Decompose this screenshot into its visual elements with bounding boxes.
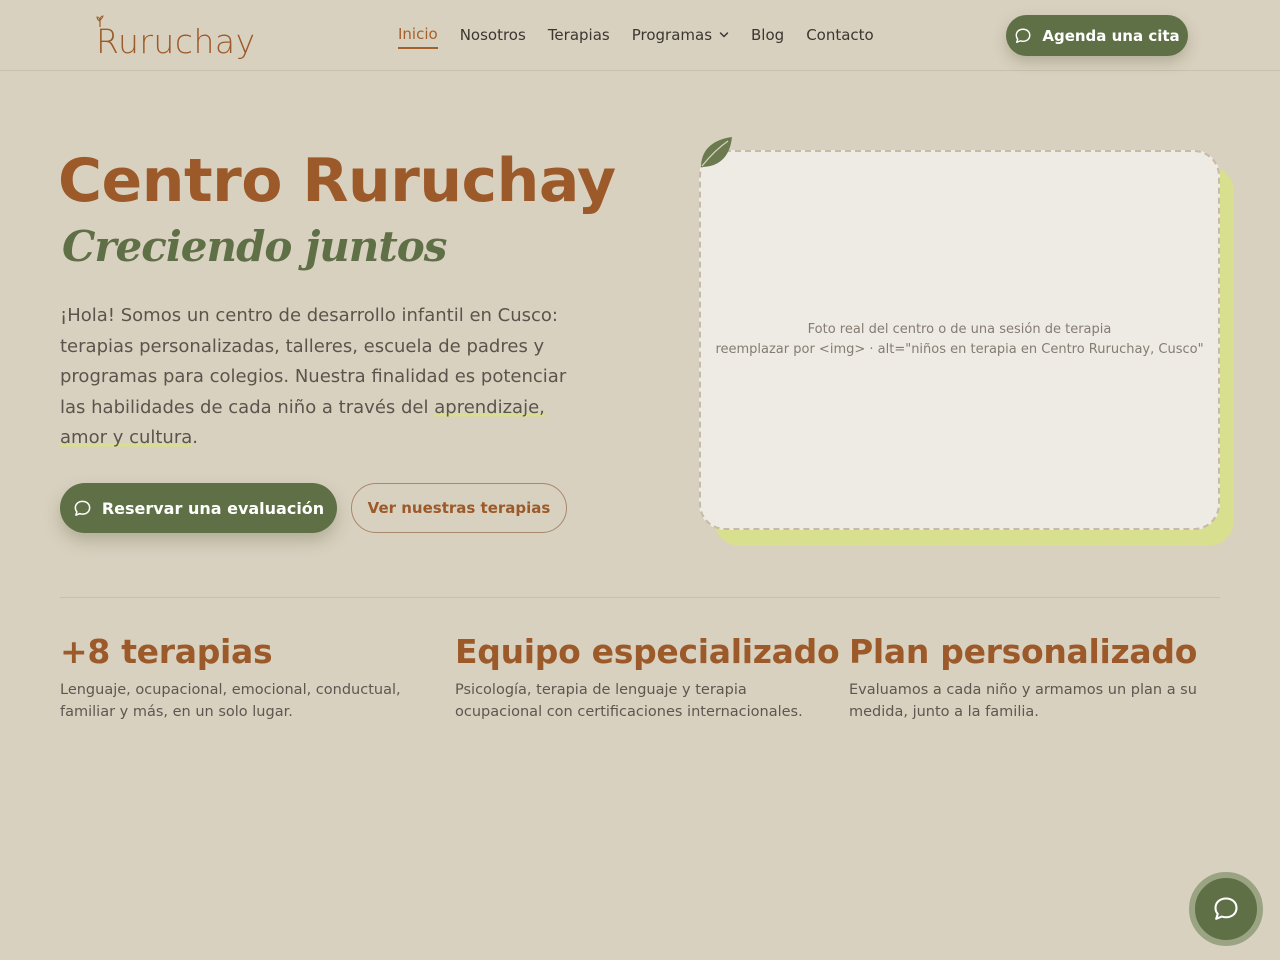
feature-text: Psicología, terapia de lenguaje y terapi…: [455, 682, 803, 720]
chat-bubble-icon: [1214, 897, 1238, 920]
book-appointment-label: Agenda una cita: [1042, 26, 1180, 45]
nav-item-inicio[interactable]: Inicio: [398, 25, 438, 49]
site-header: Ruruchay Inicio Nosotros Terapias Progra…: [0, 0, 1280, 71]
hero-subtitle: Creciendo juntos: [62, 222, 447, 271]
section-divider: [60, 597, 1220, 598]
book-appointment-button[interactable]: Agenda una cita: [1006, 15, 1188, 56]
feature-therapies: +8 terapias Lenguaje, ocupacional, emoci…: [60, 632, 430, 723]
nav-item-label: Programas: [631, 26, 713, 44]
hero-title: Centro Ruruchay: [58, 146, 616, 216]
placeholder-line-2: reemplazar por <img> · alt="niños en ter…: [715, 342, 1204, 357]
nav-item-label: Contacto: [806, 26, 874, 44]
sprout-icon: [96, 15, 104, 27]
feature-text: Evaluamos a cada niño y armamos un plan …: [849, 682, 1197, 720]
main-nav: Inicio Nosotros Terapias Programas Blog …: [398, 25, 896, 49]
nav-item-label: Blog: [751, 26, 785, 44]
logo-text: Ruruchay: [96, 22, 256, 61]
feature-title: +8 terapias: [60, 632, 273, 671]
view-therapies-button[interactable]: Ver nuestras terapias: [351, 483, 567, 533]
nav-item-label: Nosotros: [459, 26, 526, 44]
hero-description: ¡Hola! Somos un centro de desarrollo inf…: [60, 301, 590, 454]
site-logo[interactable]: Ruruchay: [96, 14, 266, 58]
nav-item-terapias[interactable]: Terapias: [548, 26, 610, 48]
feature-title: Equipo especializado: [455, 632, 840, 671]
feature-text: Lenguaje, ocupacional, emocional, conduc…: [60, 682, 401, 720]
nav-item-label: Terapias: [547, 26, 610, 44]
nav-item-programas[interactable]: Programas: [632, 26, 729, 48]
feature-team: Equipo especializado Psicología, terapia…: [455, 632, 840, 723]
chat-bubble-icon: [1015, 28, 1031, 43]
floating-chat-button[interactable]: [1189, 872, 1263, 946]
chat-bubble-icon: [74, 500, 91, 516]
nav-item-nosotros[interactable]: Nosotros: [460, 26, 526, 48]
nav-item-blog[interactable]: Blog: [751, 26, 784, 48]
nav-item-label: Inicio: [398, 25, 438, 43]
hero-text-end: .: [192, 427, 199, 448]
placeholder-line-1: Foto real del centro o de una sesión de …: [807, 322, 1112, 337]
chevron-down-icon: [719, 32, 729, 38]
book-evaluation-button[interactable]: Reservar una evaluación: [60, 483, 337, 533]
hero-image-placeholder: Foto real del centro o de una sesión de …: [699, 150, 1220, 530]
nav-item-contacto[interactable]: Contacto: [806, 26, 874, 48]
view-therapies-label: Ver nuestras terapias: [367, 499, 551, 517]
leaf-icon: [701, 137, 732, 167]
book-evaluation-label: Reservar una evaluación: [101, 498, 325, 518]
feature-title: Plan personalizado: [849, 632, 1198, 671]
feature-plan: Plan personalizado Evaluamos a cada niño…: [849, 632, 1219, 723]
